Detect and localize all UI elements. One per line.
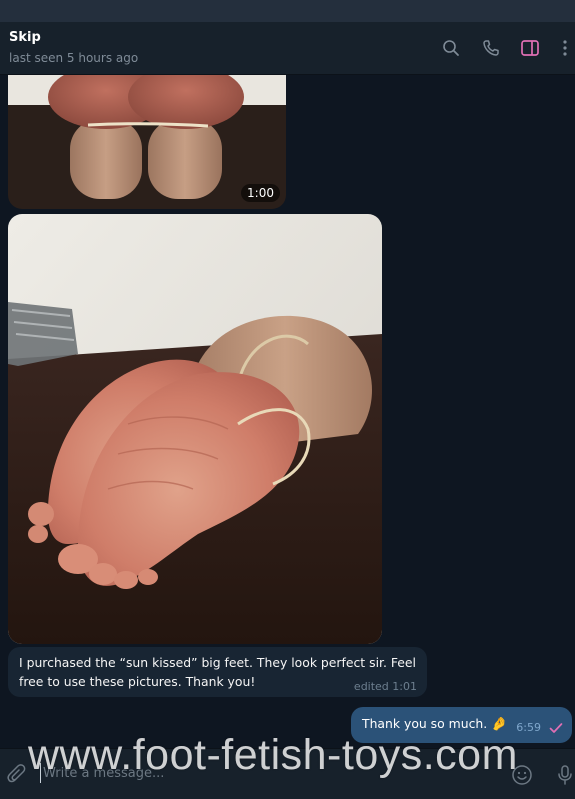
incoming-message-meta: edited 1:01 [353, 680, 417, 693]
outgoing-message-text: Thank you so much. [362, 716, 488, 731]
message-list[interactable]: 1:00 I purchased the “sun kissed” big fe… [0, 75, 575, 748]
incoming-message[interactable]: I purchased the “sun kissed” big feet. T… [8, 647, 427, 697]
photo-image [8, 214, 382, 644]
photo-message[interactable] [8, 214, 382, 644]
video-message[interactable]: 1:00 [8, 75, 286, 209]
last-seen-status: last seen 5 hours ago [9, 51, 139, 65]
more-vertical-icon[interactable] [554, 37, 575, 59]
chat-title[interactable]: Skip [9, 30, 41, 45]
chat-header: Skip last seen 5 hours ago [0, 22, 575, 75]
video-duration-badge: 1:00 [241, 184, 280, 202]
window-top-strip [0, 0, 575, 22]
watermark-text: www.foot-fetish-toys.com [28, 731, 518, 779]
phone-icon[interactable] [480, 37, 502, 59]
attach-icon[interactable] [5, 763, 29, 787]
pinched-fingers-emoji: 🤌 [491, 717, 508, 732]
sidebar-toggle-icon[interactable] [519, 37, 541, 59]
outgoing-message-text-line: Thank you so much. 🤌 [362, 716, 507, 732]
search-icon[interactable] [440, 37, 462, 59]
